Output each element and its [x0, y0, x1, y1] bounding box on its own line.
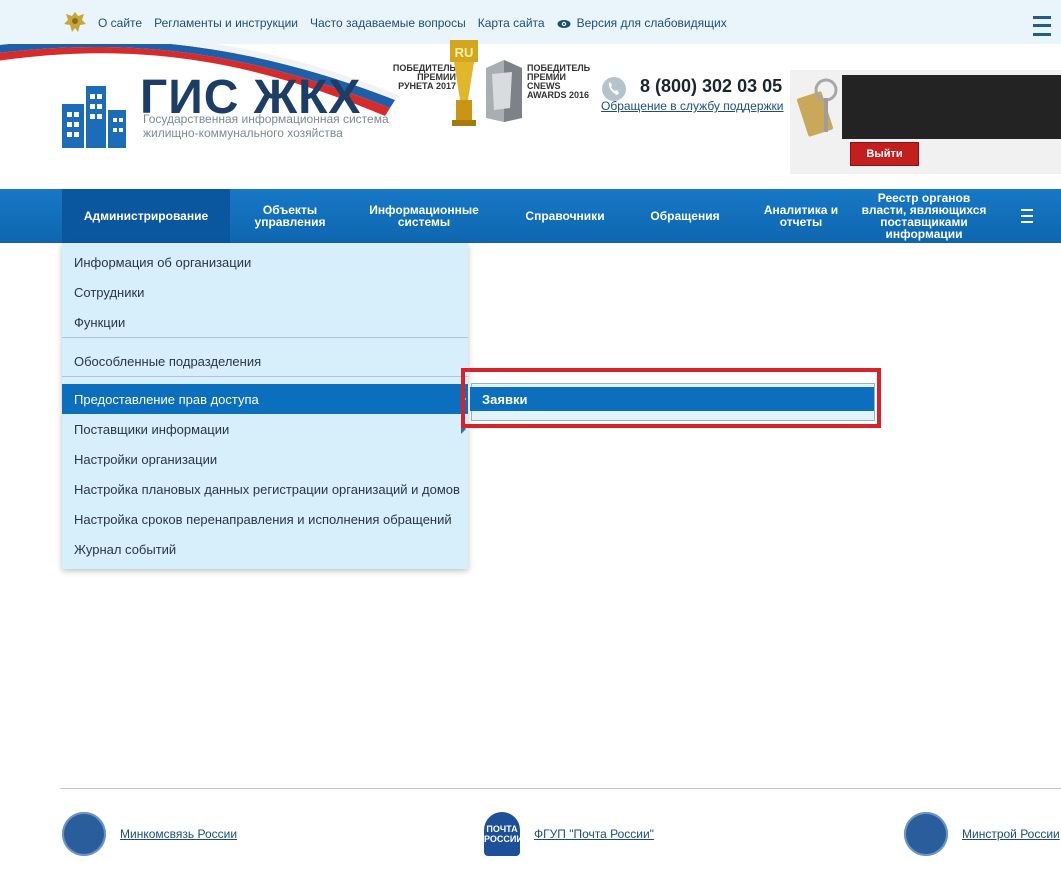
phone-icon: [602, 77, 626, 101]
nav-administration[interactable]: Администрирование: [62, 189, 230, 243]
highlight-frame: [461, 368, 881, 428]
logo-subtitle: Государственная информационная система ж…: [143, 112, 389, 140]
nav-information-systems[interactable]: Информационные системы: [350, 189, 498, 243]
accessibility-label: Версия для слабовидящих: [576, 16, 727, 30]
footer-item-minkomsvyaz: Минкомсвязь России: [62, 812, 237, 856]
nav-management-objects[interactable]: Объекты управления: [236, 189, 344, 243]
nav-directories[interactable]: Справочники: [510, 189, 620, 243]
nav-analytics[interactable]: Аналитика и отчеты: [752, 189, 850, 243]
user-info-redacted: [842, 75, 1061, 139]
dropdown-divider: [62, 376, 468, 377]
pochta-badge-text: ПОЧТА РОССИИ: [484, 824, 523, 844]
nav-appeals[interactable]: Обращения: [630, 189, 740, 243]
top-link-regulations[interactable]: Регламенты и инструкции: [154, 16, 298, 30]
main-nav: Администрирование Объекты управления Инф…: [0, 189, 1061, 243]
dropdown-item-access-rights[interactable]: Предоставление прав доступа: [62, 384, 468, 414]
footer-link-pochta[interactable]: ФГУП "Почта России": [534, 827, 654, 841]
award-cnews: ПОБЕДИТЕЛЬ ПРЕМИИ CNEWS AWARDS 2016: [527, 63, 591, 100]
pochta-logo-icon: ПОЧТА РОССИИ: [484, 812, 523, 856]
footer-link-minkomsvyaz[interactable]: Минкомсвязь России: [120, 827, 237, 841]
dropdown-item-functions[interactable]: Функции: [62, 307, 468, 337]
dropdown-item-label: Предоставление прав доступа: [74, 391, 259, 407]
dropdown-item-org-info[interactable]: Информация об организации: [62, 247, 468, 277]
footer-divider: [60, 788, 1061, 789]
administration-dropdown: Информация об организации Сотрудники Фун…: [62, 243, 468, 569]
dropdown-item-employees[interactable]: Сотрудники: [62, 277, 468, 307]
eye-icon: [557, 19, 571, 28]
menu-burger-icon[interactable]: [1033, 16, 1051, 36]
logout-button[interactable]: Выйти: [850, 142, 919, 166]
footer-item-minstroy: Минстрой России: [904, 812, 1060, 856]
support-link[interactable]: Обращение в службу поддержки: [601, 99, 784, 113]
keys-icon: [796, 78, 838, 137]
top-link-faq[interactable]: Часто задаваемые вопросы: [310, 16, 466, 30]
dropdown-item-info-providers[interactable]: Поставщики информации: [62, 414, 468, 444]
phone-handset-icon: [608, 82, 619, 95]
russian-emblem-icon: [64, 12, 86, 32]
dropdown-divider: [62, 337, 468, 338]
trophy-gold-icon: RU: [450, 40, 478, 126]
footer-item-pochta: ПОЧТА РОССИИ ФГУП "Почта России": [484, 812, 654, 856]
minstroy-emblem-icon: [904, 812, 948, 856]
dropdown-item-event-log[interactable]: Журнал событий: [62, 534, 468, 564]
dropdown-item-planned-data[interactable]: Настройка плановых данных регистрации ор…: [62, 474, 468, 504]
top-link-sitemap[interactable]: Карта сайта: [478, 16, 545, 30]
footer-link-minstroy[interactable]: Минстрой России: [962, 827, 1060, 841]
trophy-badge-text: RU: [455, 45, 474, 60]
support-phone: 8 (800) 302 03 05: [640, 76, 783, 96]
dropdown-item-subdivisions[interactable]: Обособленные подразделения: [62, 346, 468, 376]
building-logo-icon: [62, 86, 126, 148]
trophy-silver-icon: [486, 60, 522, 122]
dropdown-item-appeal-deadlines[interactable]: Настройка сроков перенаправления и испол…: [62, 504, 468, 534]
top-link-about[interactable]: О сайте: [98, 16, 142, 30]
top-links: О сайте Регламенты и инструкции Часто за…: [98, 16, 727, 30]
nav-authorities-registry[interactable]: Реестр органов власти, являющихся постав…: [856, 189, 992, 243]
dropdown-item-org-settings[interactable]: Настройки организации: [62, 444, 468, 474]
dropdown-item-label: Поставщики информации: [74, 421, 230, 437]
top-bar: О сайте Регламенты и инструкции Часто за…: [0, 0, 1061, 45]
nav-more-icon[interactable]: [1021, 209, 1033, 223]
top-link-accessibility[interactable]: Версия для слабовидящих: [557, 16, 727, 30]
minkomsvyaz-emblem-icon: [62, 812, 106, 856]
